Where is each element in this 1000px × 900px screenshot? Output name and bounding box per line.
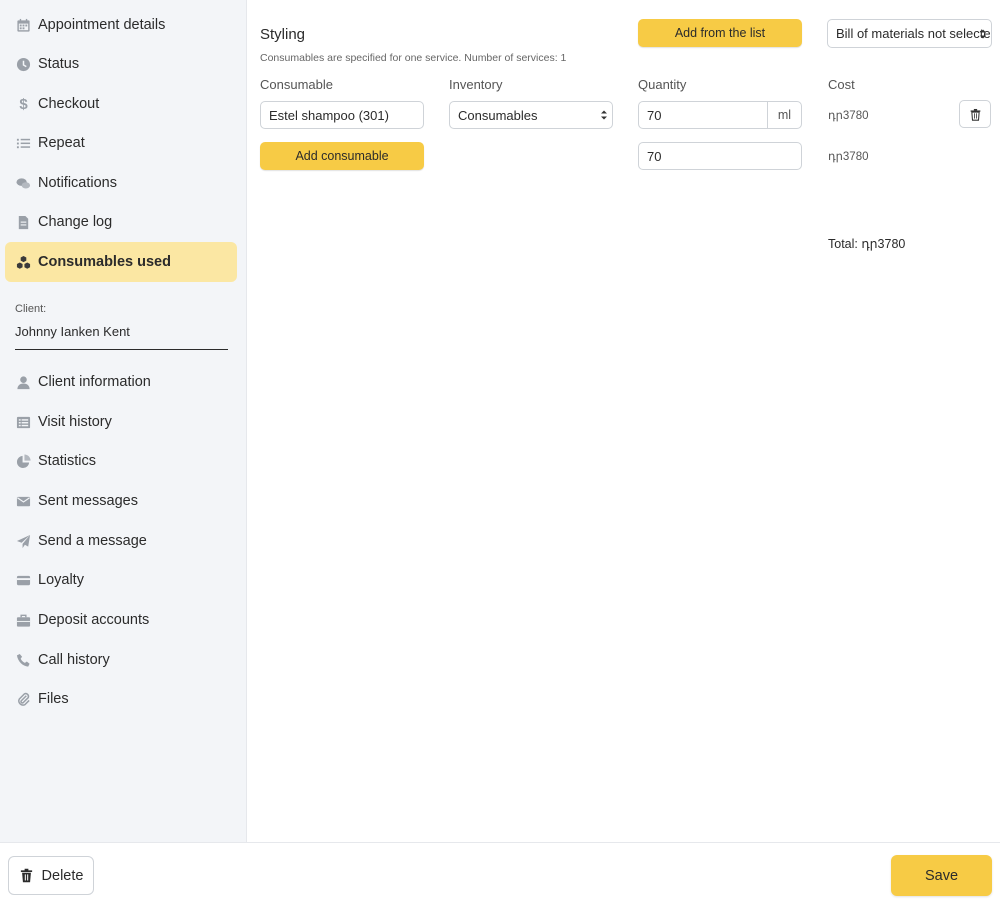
- inventory-select-value: Consumables: [458, 107, 538, 123]
- sidebar-item-label: Status: [38, 56, 80, 72]
- dollar-icon: $: [19, 95, 28, 113]
- sidebar-item-label: Consumables used: [38, 254, 171, 270]
- row-cost: դր3780: [828, 110, 869, 122]
- delete-button[interactable]: Delete: [8, 856, 94, 895]
- section-title: Styling: [260, 26, 306, 43]
- column-header-quantity: Quantity: [638, 77, 687, 92]
- delete-row-button[interactable]: [959, 100, 991, 128]
- trash-icon: [19, 868, 34, 883]
- sidebar-item-consumables-used[interactable]: Consumables used: [5, 242, 237, 282]
- quantity-value: 70: [647, 107, 662, 123]
- sidebar-item-label: Visit history: [38, 414, 112, 430]
- sidebar-item-label: Client information: [38, 374, 151, 390]
- sidebar-item-label: Deposit accounts: [38, 612, 150, 628]
- sidebar-item-label: Repeat: [38, 135, 85, 151]
- cubes-icon: [16, 255, 31, 270]
- save-button[interactable]: Save: [891, 855, 992, 896]
- quantity-unit: ml: [767, 102, 801, 128]
- sidebar-item-repeat[interactable]: Repeat: [5, 123, 237, 163]
- add-consumable-button[interactable]: Add consumable: [260, 142, 424, 170]
- calendar-icon: [16, 18, 31, 33]
- sidebar-item-checkout[interactable]: $ Checkout: [5, 84, 237, 124]
- select-arrows-icon: [980, 29, 986, 38]
- user-icon: [16, 375, 31, 390]
- sidebar-item-change-log[interactable]: Change log: [5, 202, 237, 242]
- sidebar-item-client-information[interactable]: Client information: [5, 362, 237, 402]
- sidebar-item-label: Change log: [38, 214, 113, 230]
- envelope-icon: [16, 494, 31, 509]
- sidebar-item-label: Call history: [38, 652, 110, 668]
- quantity-field[interactable]: 70 ml: [638, 101, 802, 129]
- sidebar-item-send-a-message[interactable]: Send a message: [5, 521, 237, 561]
- sidebar-item-label: Sent messages: [38, 493, 138, 509]
- sidebar: Appointment details Status $ Checkout Re…: [0, 0, 247, 842]
- paperclip-icon: [16, 692, 31, 707]
- credit-card-icon: [16, 573, 31, 588]
- sidebar-item-label: Checkout: [38, 96, 100, 112]
- briefcase-icon: [16, 613, 31, 628]
- pie-chart-icon: [16, 453, 31, 469]
- column-header-consumable: Consumable: [260, 77, 333, 92]
- sidebar-item-label: Statistics: [38, 453, 97, 469]
- document-icon: [16, 215, 31, 230]
- sidebar-item-statistics[interactable]: Statistics: [5, 441, 237, 481]
- main-panel: Styling Consumables are specified for on…: [248, 0, 1000, 842]
- sidebar-item-call-history[interactable]: Call history: [5, 640, 237, 680]
- section-subtitle: Consumables are specified for one servic…: [260, 52, 567, 64]
- trash-icon: [970, 108, 980, 121]
- chat-bubbles-icon: [16, 176, 31, 191]
- sidebar-item-deposit-accounts[interactable]: Deposit accounts: [5, 600, 237, 640]
- column-header-cost: Cost: [828, 77, 855, 92]
- total-quantity-cost: դր3780: [828, 151, 869, 163]
- list-icon: [16, 136, 31, 151]
- sidebar-item-appointment-details[interactable]: Appointment details: [5, 5, 237, 45]
- sidebar-item-files[interactable]: Files: [5, 679, 237, 719]
- total-quantity-field[interactable]: 70: [638, 142, 802, 170]
- sidebar-item-loyalty[interactable]: Loyalty: [5, 560, 237, 600]
- select-arrows-icon: [601, 110, 607, 120]
- consumable-field[interactable]: Estel shampoo (301): [260, 101, 424, 129]
- paper-plane-icon: [16, 534, 31, 549]
- bill-of-materials-select[interactable]: Bill of materials not selected: [827, 19, 992, 48]
- client-label: Client:: [15, 303, 47, 315]
- list-alt-icon: [16, 415, 31, 430]
- sidebar-item-label: Send a message: [38, 533, 147, 549]
- sidebar-item-label: Notifications: [38, 175, 117, 191]
- client-name-field[interactable]: Johnny Ianken Kent: [15, 322, 228, 350]
- bill-of-materials-select-value: Bill of materials not selected: [836, 26, 992, 41]
- add-from-list-button[interactable]: Add from the list: [638, 19, 802, 47]
- phone-icon: [16, 653, 31, 668]
- sidebar-item-status[interactable]: Status: [5, 44, 237, 84]
- sidebar-item-label: Loyalty: [38, 572, 84, 588]
- clock-icon: [16, 57, 31, 72]
- total-cost: Total: դր3780: [828, 237, 906, 251]
- sidebar-item-label: Appointment details: [38, 17, 166, 33]
- sidebar-item-label: Files: [38, 691, 69, 707]
- footer-bar: Delete Save: [0, 842, 1000, 900]
- delete-button-label: Delete: [41, 867, 84, 884]
- inventory-select[interactable]: Consumables: [449, 101, 613, 129]
- column-header-inventory: Inventory: [449, 77, 503, 92]
- sidebar-item-sent-messages[interactable]: Sent messages: [5, 481, 237, 521]
- sidebar-item-visit-history[interactable]: Visit history: [5, 402, 237, 442]
- sidebar-item-notifications[interactable]: Notifications: [5, 163, 237, 203]
